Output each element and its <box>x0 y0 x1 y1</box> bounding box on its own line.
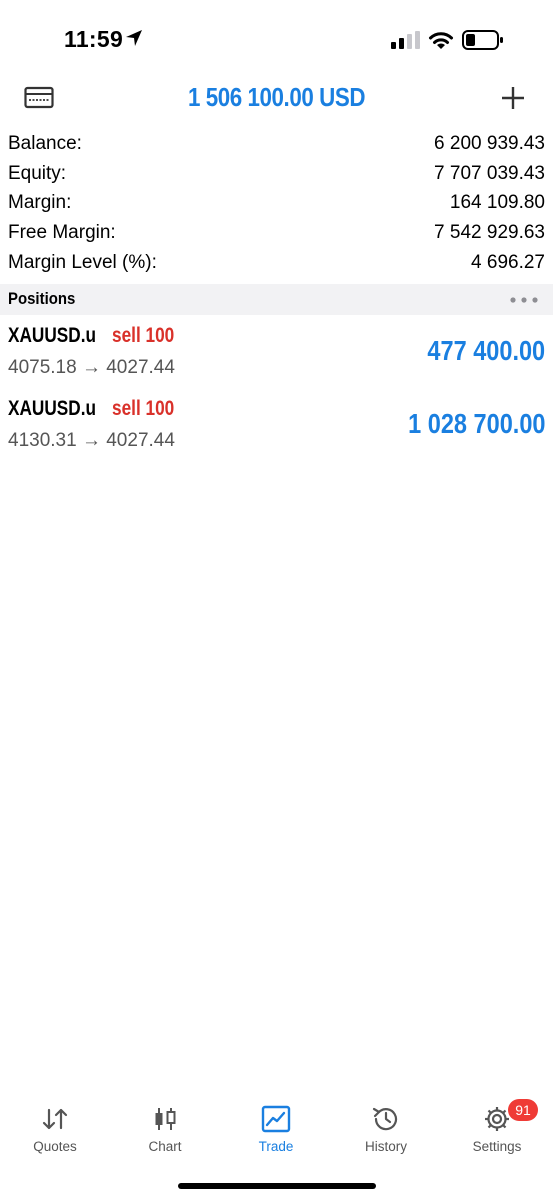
margin-value: 164 109.80 <box>449 192 545 214</box>
free-margin-row: Free Margin: 7 542 929.63 <box>0 219 553 249</box>
tab-history[interactable]: History <box>331 1095 441 1165</box>
balance-value: 6 200 939.43 <box>434 133 545 154</box>
status-time: 11:59 <box>64 26 124 52</box>
position-title: XAUUSD.u sell 100 <box>8 397 188 421</box>
position-row[interactable]: XAUUSD.u sell 100 4130.31 → 4027.44 1 02… <box>0 395 553 465</box>
free-margin-label: Free Margin: <box>8 222 116 244</box>
position-profit: 477 400.00 <box>427 335 545 366</box>
position-type: sell 100 <box>111 324 175 347</box>
positions-title: Positions <box>8 289 76 308</box>
account-summary: Balance: 6 200 939.43 Equity: 7 707 039.… <box>0 130 553 278</box>
trade-icon <box>261 1105 291 1133</box>
position-symbol: XAUUSD.u <box>8 324 97 347</box>
tab-chart[interactable]: Chart <box>110 1095 220 1165</box>
cellular-signal-icon <box>391 31 420 49</box>
tab-trade-label: Trade <box>258 1139 294 1154</box>
battery-icon <box>462 30 503 50</box>
settings-notification-badge: 91 <box>508 1099 538 1121</box>
equity-value: 7 707 039.43 <box>434 162 545 184</box>
page-title: 1 506 100.00 USD <box>187 82 366 112</box>
chart-icon <box>155 1108 176 1130</box>
position-title: XAUUSD.u sell 100 <box>8 324 188 348</box>
position-profit: 1 028 700.00 <box>407 408 545 439</box>
margin-level-value: 4 696.27 <box>471 251 545 273</box>
margin-level-label: Margin Level (%): <box>8 251 157 273</box>
tab-chart-label: Chart <box>148 1139 182 1154</box>
tab-quotes[interactable]: Quotes <box>0 1095 110 1165</box>
equity-row: Equity: 7 707 039.43 <box>0 160 553 190</box>
position-prices: 4130.31 → 4027.44 <box>8 430 175 451</box>
balance-label: Balance: <box>8 133 82 154</box>
margin-level-row: Margin Level (%): 4 696.27 <box>0 249 553 279</box>
positions-header: Positions <box>0 284 553 315</box>
plus-icon[interactable] <box>500 85 526 111</box>
bottom-tab-bar: Quotes Chart Trade History Settings <box>0 1095 553 1165</box>
margin-label: Margin: <box>8 192 72 214</box>
free-margin-value: 7 542 929.63 <box>434 222 545 244</box>
position-prices: 4075.18 → 4027.44 <box>8 357 175 378</box>
quotes-icon <box>42 1108 68 1130</box>
balance-row: Balance: 6 200 939.43 <box>0 130 553 160</box>
home-indicator[interactable] <box>178 1183 376 1189</box>
location-arrow-icon <box>126 30 142 46</box>
top-bar: 1 506 100.00 USD <box>0 80 553 128</box>
more-options-icon[interactable] <box>510 297 538 303</box>
status-bar: 11:59 <box>0 0 553 80</box>
tab-settings-label: Settings <box>472 1139 522 1154</box>
equity-label: Equity: <box>8 162 67 184</box>
margin-row: Margin: 164 109.80 <box>0 189 553 219</box>
tab-trade[interactable]: Trade <box>221 1095 331 1165</box>
tab-quotes-label: Quotes <box>33 1139 77 1154</box>
history-icon <box>372 1107 398 1131</box>
position-symbol: XAUUSD.u <box>8 397 97 420</box>
wifi-icon <box>429 32 453 49</box>
position-row[interactable]: XAUUSD.u sell 100 4075.18 → 4027.44 477 … <box>0 322 553 392</box>
position-type: sell 100 <box>111 397 175 420</box>
tab-history-label: History <box>364 1139 407 1154</box>
